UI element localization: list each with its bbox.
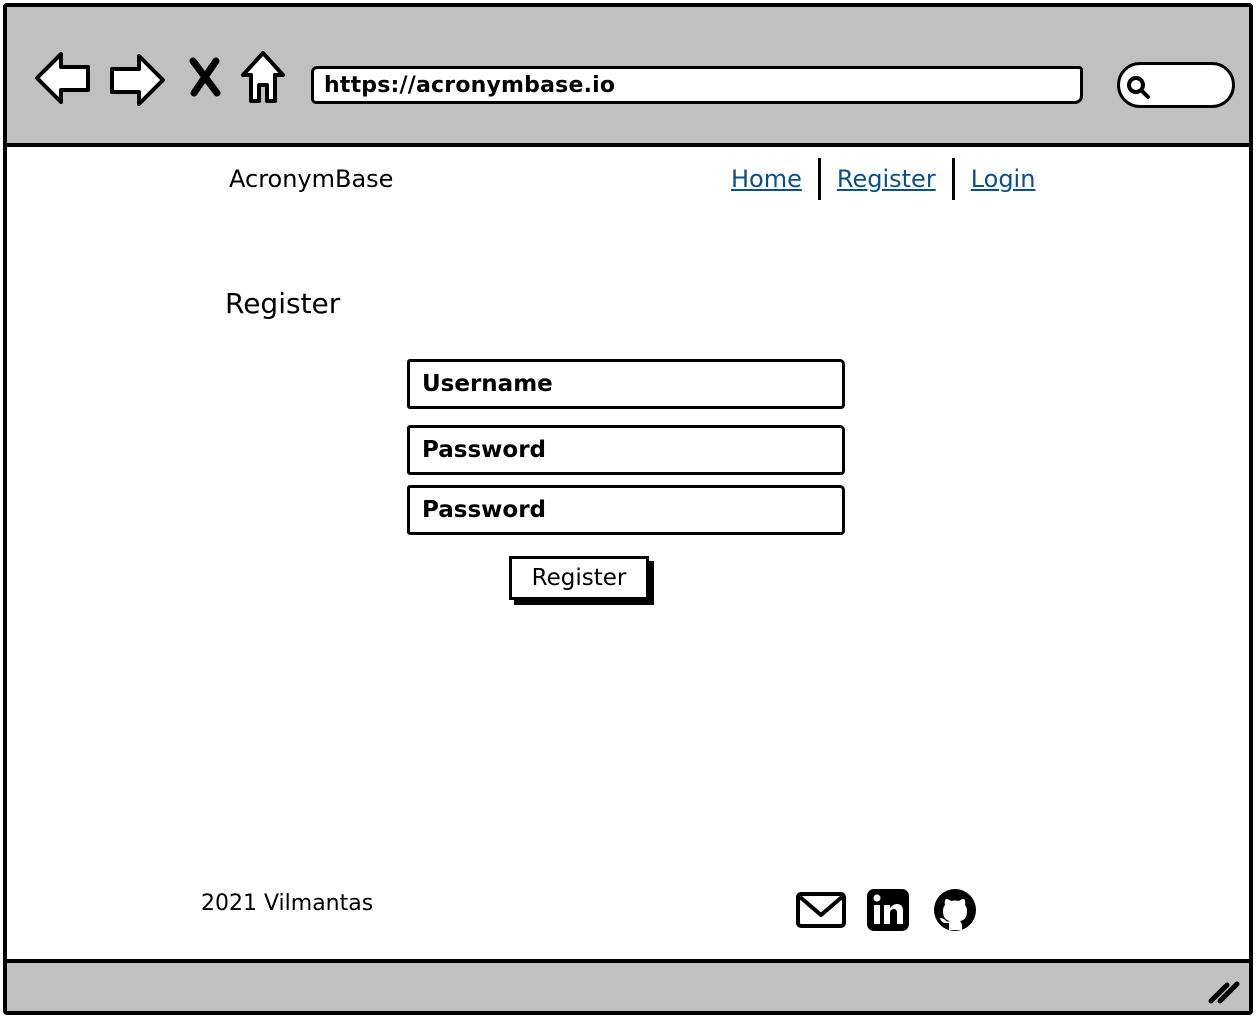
back-arrow-icon[interactable] xyxy=(33,50,93,106)
linkedin-icon[interactable] xyxy=(865,885,911,933)
browser-window: https://acronymbase.io AcronymBase Home … xyxy=(3,3,1253,1015)
page-title: Register xyxy=(225,287,341,320)
search-icon xyxy=(1127,76,1150,99)
nav-link-login[interactable]: Login xyxy=(971,165,1036,193)
password-field-label: Password xyxy=(422,437,546,463)
browser-search-box[interactable] xyxy=(1117,62,1235,108)
home-icon[interactable] xyxy=(239,49,287,105)
password-field[interactable]: Password xyxy=(407,425,845,475)
browser-statusbar xyxy=(7,959,1249,1011)
resize-grip-icon[interactable] xyxy=(1207,975,1241,1005)
register-button[interactable]: Register xyxy=(509,556,649,600)
confirm-password-field-label: Password xyxy=(422,497,546,523)
username-field[interactable]: Username xyxy=(407,359,845,409)
forward-arrow-icon[interactable] xyxy=(107,52,167,108)
url-text: https://acronymbase.io xyxy=(324,72,616,98)
register-button-label: Register xyxy=(531,565,627,591)
close-icon[interactable] xyxy=(187,57,223,97)
nav-divider xyxy=(951,158,955,200)
nav-link-home[interactable]: Home xyxy=(731,165,802,193)
url-bar[interactable]: https://acronymbase.io xyxy=(311,66,1083,104)
browser-toolbar: https://acronymbase.io xyxy=(7,7,1249,147)
nav-link-register[interactable]: Register xyxy=(837,165,936,193)
github-icon[interactable] xyxy=(932,885,978,933)
footer-copyright: 2021 Vilmantas xyxy=(201,891,374,916)
top-nav: Home Register Login xyxy=(731,157,1035,201)
username-field-label: Username xyxy=(422,371,553,397)
nav-divider xyxy=(817,158,821,200)
mail-icon[interactable] xyxy=(795,885,847,933)
site-brand[interactable]: AcronymBase xyxy=(229,165,393,193)
confirm-password-field[interactable]: Password xyxy=(407,485,845,535)
